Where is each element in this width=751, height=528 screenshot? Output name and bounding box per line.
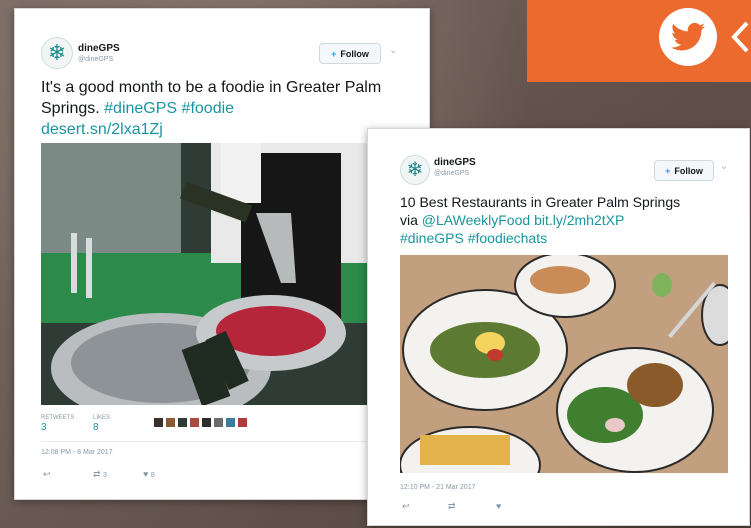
liker-avatar[interactable] [190,418,199,427]
hashtag-link[interactable]: #dineGPS [400,230,464,246]
twitter-banner [527,0,751,82]
tweet-text: 10 Best Restaurants in Greater Palm Spri… [400,194,681,247]
avatar[interactable]: ❄ [400,155,430,185]
liker-avatars[interactable] [154,418,247,427]
hashtag-link[interactable]: #dineGPS [104,100,177,117]
liker-avatar[interactable] [226,418,235,427]
tweet-photo-champagne[interactable] [41,143,421,405]
likes-label: LIKES [93,415,111,421]
like-count: 8 [150,472,155,479]
user-name[interactable]: dineGPS [78,43,120,54]
tweet-card-2[interactable]: ❄ dineGPS @dineGPS + Follow ⌄ 10 Best Re… [367,128,750,526]
caret-down-icon[interactable]: ⌄ [720,161,728,172]
retweets-count[interactable]: 3 [41,422,47,433]
chevron-left-icon [731,21,749,53]
liker-avatar[interactable] [214,418,223,427]
twitter-badge [659,8,717,66]
snowflake-logo-icon: ❄ [406,159,424,181]
divider [41,441,411,442]
reply-icon[interactable]: ↩ [402,501,410,512]
heart-icon[interactable]: ♥ 8 [143,469,155,479]
tweet-text: It's a good month to be a foodie in Grea… [41,79,382,138]
hashtag-link[interactable]: #foodiechats [468,230,547,246]
retweets-label: RETWEETS [41,415,75,421]
retweet-icon[interactable]: ⇄ [448,501,456,512]
tweet-timestamp[interactable]: 12:10 PM - 21 Mar 2017 [400,484,476,491]
follow-button[interactable]: + Follow [319,43,381,64]
liker-avatar[interactable] [166,418,175,427]
url-link[interactable]: bit.ly/2mh2tXP [534,212,624,228]
snowflake-logo-icon: ❄ [47,40,67,65]
caret-down-icon[interactable]: ⌄ [389,45,397,56]
retweet-count: 3 [103,472,107,479]
follow-person-plus-icon: + [665,165,671,176]
user-handle[interactable]: @dineGPS [434,170,469,177]
user-name[interactable]: dineGPS [434,157,476,168]
follow-button[interactable]: + Follow [654,160,714,181]
likes-count[interactable]: 8 [93,422,99,433]
mention-link[interactable]: @LAWeeklyFood [422,212,530,228]
follow-label: Follow [340,48,369,59]
heart-icon[interactable]: ♥ [496,501,501,511]
reply-icon[interactable]: ↩ [43,469,51,480]
retweet-icon[interactable]: ⇄ 3 [93,469,107,480]
follow-person-plus-icon: + [331,48,337,59]
tweet-photo-food[interactable] [400,255,728,473]
hashtag-link[interactable]: #foodie [182,100,235,117]
liker-avatar[interactable] [178,418,187,427]
liker-avatar[interactable] [238,418,247,427]
liker-avatar[interactable] [202,418,211,427]
twitter-bird-icon [671,22,705,51]
avatar[interactable]: ❄ [41,37,73,69]
url-link[interactable]: desert.sn/2lxa1Zj [41,121,163,138]
follow-label: Follow [674,165,703,176]
liker-avatar[interactable] [154,418,163,427]
user-handle[interactable]: @dineGPS [78,56,113,63]
tweet-timestamp[interactable]: 12:08 PM - 8 Mar 2017 [41,449,113,456]
